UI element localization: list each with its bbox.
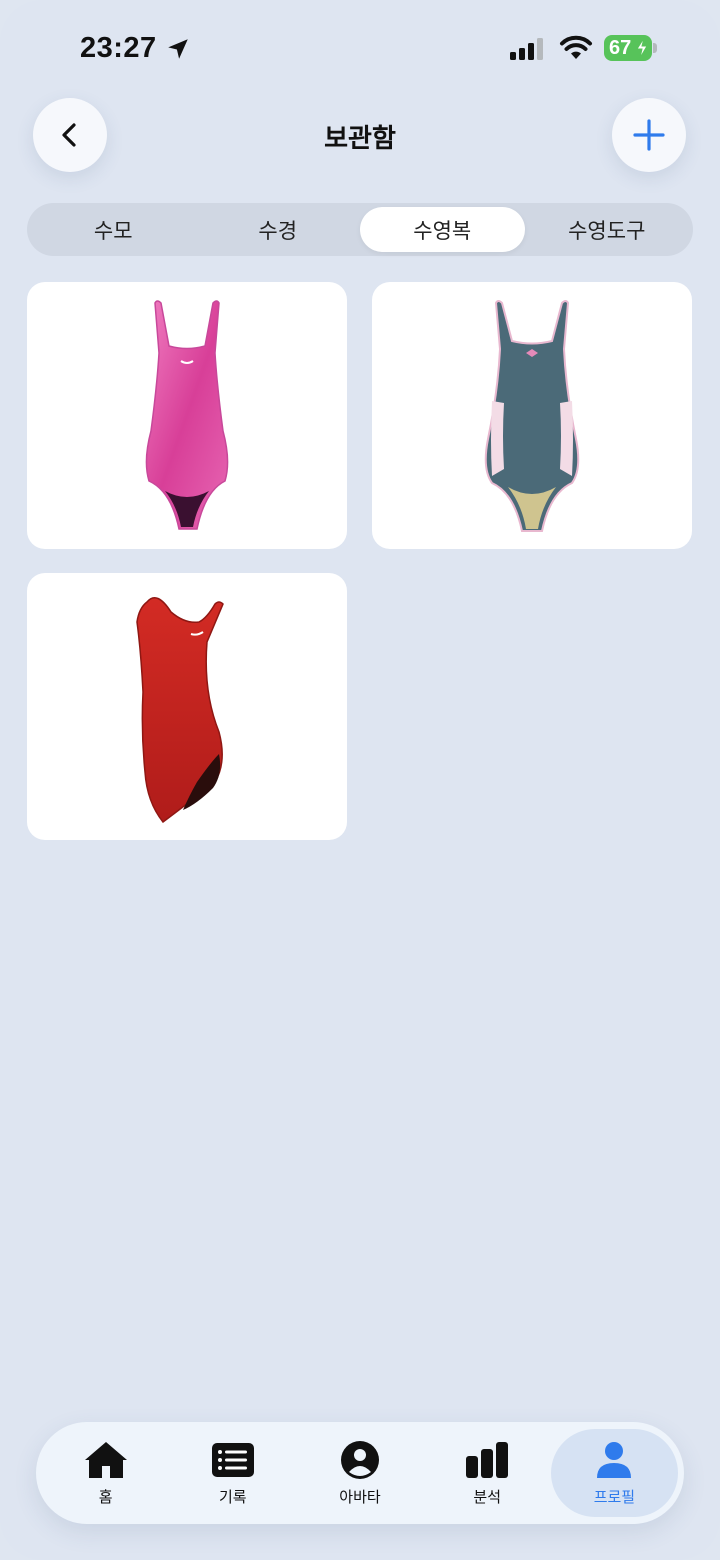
tab-label: 홈 bbox=[98, 1487, 113, 1506]
category-segmented-control: 수모 수경 수영복 수영도구 bbox=[27, 203, 693, 256]
avatar-icon bbox=[341, 1440, 379, 1479]
tab-label: 아바타 bbox=[339, 1487, 381, 1506]
battery-indicator: 67 bbox=[604, 35, 652, 61]
item-card-pink-swimsuit[interactable] bbox=[27, 282, 347, 549]
tab-records[interactable]: 기록 bbox=[169, 1429, 296, 1517]
charging-bolt-icon bbox=[636, 38, 648, 58]
wifi-icon bbox=[560, 35, 592, 59]
cellular-signal-icon bbox=[510, 38, 543, 60]
screen: 23:27 67 보관함 수모 수경 수영복 수영도구 홈 기록 아바타 분석 … bbox=[0, 0, 720, 1560]
bar-chart-icon bbox=[466, 1441, 509, 1478]
tab-label: 프로필 bbox=[593, 1487, 636, 1506]
location-arrow-icon bbox=[168, 39, 188, 59]
segment-label: 수영복 bbox=[413, 218, 472, 243]
list-icon bbox=[211, 1442, 254, 1477]
home-icon bbox=[84, 1441, 127, 1478]
item-card-red-swimsuit[interactable] bbox=[27, 573, 347, 840]
tab-label: 분석 bbox=[473, 1487, 502, 1506]
segment-label: 수모 bbox=[93, 218, 133, 243]
segment-cap[interactable]: 수모 bbox=[31, 207, 196, 252]
battery-cap bbox=[653, 43, 657, 53]
status-time: 23:27 bbox=[80, 32, 157, 64]
red-swimsuit-image bbox=[136, 596, 224, 823]
tab-label: 기록 bbox=[219, 1487, 247, 1506]
tab-analysis[interactable]: 분석 bbox=[424, 1429, 551, 1517]
segment-goggles[interactable]: 수경 bbox=[196, 207, 361, 252]
battery-level: 67 bbox=[609, 36, 632, 59]
tab-home[interactable]: 홈 bbox=[42, 1429, 169, 1517]
item-card-blue-swimsuit[interactable] bbox=[372, 282, 692, 549]
segment-swim-gear[interactable]: 수영도구 bbox=[525, 207, 690, 252]
plus-icon bbox=[633, 119, 665, 151]
segment-swimsuit[interactable]: 수영복 bbox=[360, 207, 525, 252]
pink-swimsuit-image bbox=[145, 299, 229, 530]
bottom-tab-bar: 홈 기록 아바타 분석 프로필 bbox=[36, 1422, 684, 1524]
tab-avatar[interactable]: 아바타 bbox=[296, 1429, 423, 1517]
segment-label: 수경 bbox=[258, 218, 298, 243]
tab-profile[interactable]: 프로필 bbox=[550, 1429, 679, 1517]
profile-icon bbox=[597, 1441, 632, 1478]
add-button[interactable] bbox=[612, 98, 686, 172]
blue-swimsuit-image bbox=[484, 299, 580, 532]
segment-label: 수영도구 bbox=[568, 218, 646, 243]
